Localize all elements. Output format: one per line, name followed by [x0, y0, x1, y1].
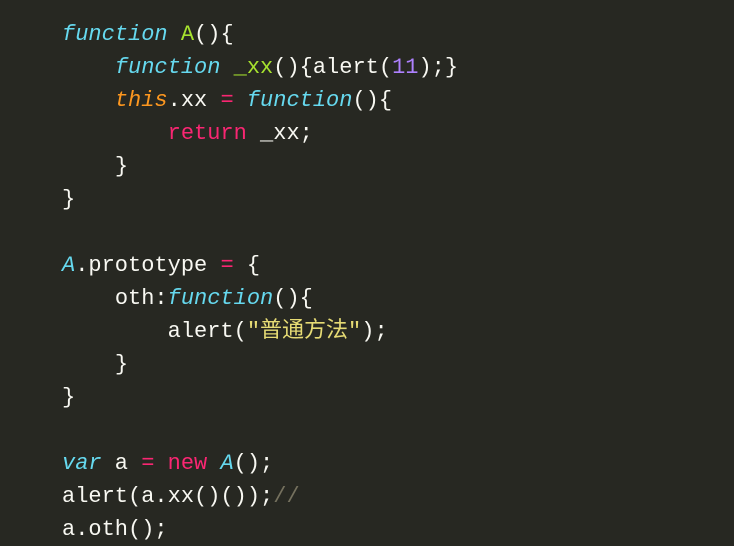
code-line: [62, 216, 734, 249]
brace-open: {: [300, 286, 313, 311]
brace-close: }: [62, 385, 75, 410]
identifier: _xx;: [260, 121, 313, 146]
brace-open: {: [247, 253, 260, 278]
brace-open: {: [300, 55, 313, 80]
space: [234, 88, 247, 113]
function-name: A: [181, 22, 194, 47]
lparen: (: [234, 319, 247, 344]
code-block: function A(){ function _xx(){alert(11);}…: [0, 18, 734, 546]
space: [220, 55, 233, 80]
class-name: A: [62, 253, 75, 278]
code-line: alert("普通方法");: [62, 315, 734, 348]
space: [207, 451, 220, 476]
function-name: _xx: [234, 55, 274, 80]
code-line: }: [62, 183, 734, 216]
space: [247, 121, 260, 146]
number-literal: 11: [392, 55, 418, 80]
keyword-new: new: [168, 451, 208, 476]
colon: :: [154, 286, 167, 311]
code-line: [62, 414, 734, 447]
property-key: oth: [115, 286, 155, 311]
parens-semicolon: ();: [234, 451, 274, 476]
keyword-function: function: [247, 88, 353, 113]
member-access: .prototype: [75, 253, 220, 278]
code-line: function _xx(){alert(11);}: [62, 51, 734, 84]
call-name: alert: [313, 55, 379, 80]
statement: a.oth();: [62, 517, 168, 542]
call-name: alert: [62, 484, 128, 509]
space: [154, 451, 167, 476]
keyword-function: function: [62, 22, 168, 47]
brace-close: }: [62, 187, 75, 212]
call-name: alert: [168, 319, 234, 344]
lparen: (: [379, 55, 392, 80]
brace-close: }: [445, 55, 458, 80]
brace-open: {: [379, 88, 392, 113]
member-access: .xx: [168, 88, 221, 113]
code-line: }: [62, 150, 734, 183]
space: [168, 22, 181, 47]
class-name: A: [220, 451, 233, 476]
identifier: a: [102, 451, 142, 476]
parens: (): [194, 22, 220, 47]
keyword-return: return: [168, 121, 247, 146]
rparen-semicolon: );: [361, 319, 387, 344]
operator-assign: =: [220, 253, 233, 278]
code-line: return _xx;: [62, 117, 734, 150]
parens: (): [273, 55, 299, 80]
operator-assign: =: [220, 88, 233, 113]
code-line: }: [62, 348, 734, 381]
space: [234, 253, 247, 278]
operator-assign: =: [141, 451, 154, 476]
keyword-this: this: [115, 88, 168, 113]
rparen-semicolon: );: [418, 55, 444, 80]
code-line: this.xx = function(){: [62, 84, 734, 117]
code-line: A.prototype = {: [62, 249, 734, 282]
keyword-function: function: [115, 55, 221, 80]
brace-open: {: [220, 22, 233, 47]
code-line: oth:function(){: [62, 282, 734, 315]
call-args: (a.xx()());: [128, 484, 273, 509]
keyword-var: var: [62, 451, 102, 476]
code-line: alert(a.xx()());//: [62, 480, 734, 513]
string-literal: "普通方法": [247, 319, 361, 344]
code-line: function A(){: [62, 18, 734, 51]
code-line: }: [62, 381, 734, 414]
keyword-function: function: [168, 286, 274, 311]
parens: (): [273, 286, 299, 311]
brace-close: }: [115, 352, 128, 377]
brace-close: }: [115, 154, 128, 179]
comment: //: [273, 484, 299, 509]
code-line: var a = new A();: [62, 447, 734, 480]
code-line: a.oth();: [62, 513, 734, 546]
parens: (): [352, 88, 378, 113]
